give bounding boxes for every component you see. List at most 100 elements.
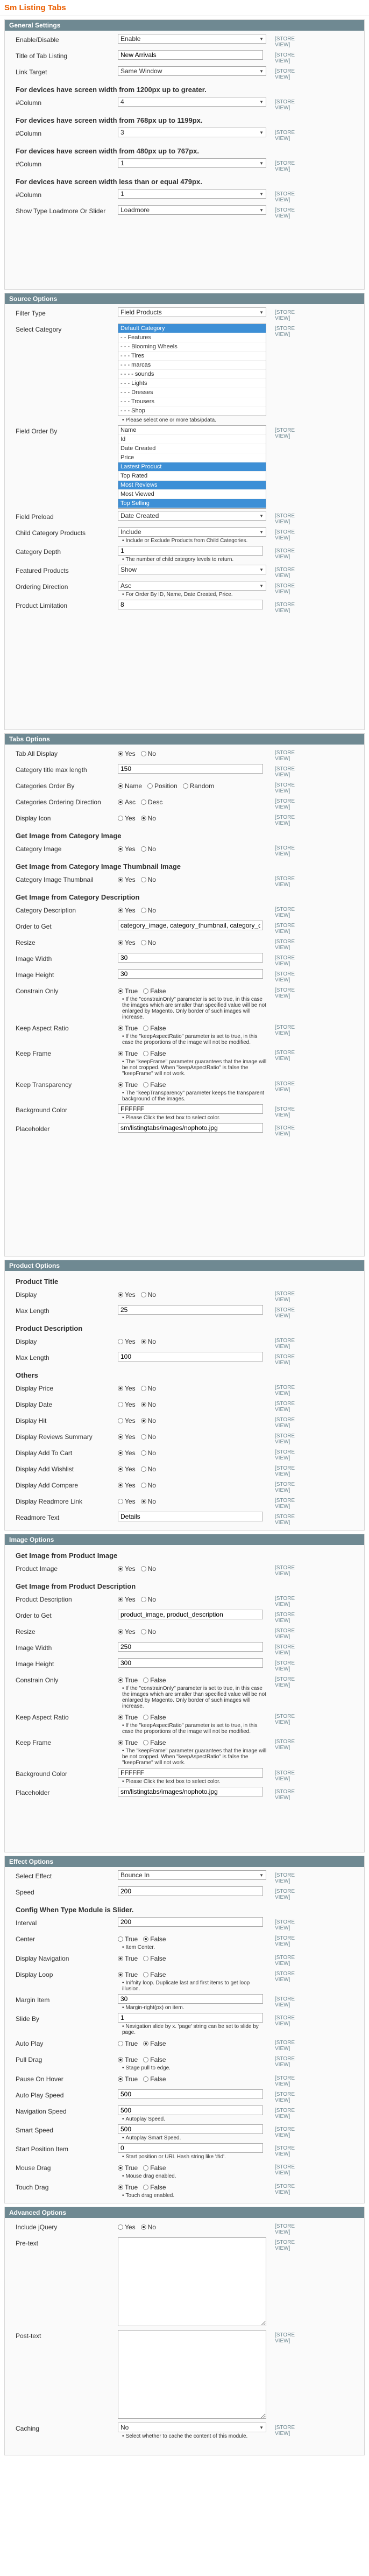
- radio-false[interactable]: False: [143, 2038, 166, 2047]
- radio-yes[interactable]: Yes: [118, 1447, 136, 1457]
- radio-false[interactable]: False: [143, 2162, 166, 2172]
- radio-no[interactable]: No: [140, 1496, 156, 1505]
- input-speed[interactable]: [118, 1886, 263, 1896]
- radio-yes[interactable]: Yes: [118, 1382, 136, 1392]
- multiselect-option[interactable]: - - - - sounds: [118, 370, 266, 379]
- input-start-position-item[interactable]: [118, 2143, 263, 2153]
- multiselect-option[interactable]: - - Features: [118, 333, 266, 342]
- radio-no[interactable]: No: [140, 1479, 156, 1489]
- radio-yes[interactable]: Yes: [118, 843, 136, 853]
- select-column[interactable]: 1 ▼: [118, 189, 266, 199]
- multiselect-select-category[interactable]: Default Category - - Features - - - Bloomi…: [118, 324, 266, 416]
- input-margin-item[interactable]: [118, 1994, 263, 2004]
- radio-yes[interactable]: Yes: [118, 1594, 136, 1603]
- radio-yes[interactable]: Yes: [118, 748, 136, 757]
- select-filter-type[interactable]: Field Products ▼: [118, 307, 266, 317]
- radio-desc[interactable]: Desc: [141, 796, 162, 806]
- input-order-to-get[interactable]: [118, 921, 263, 930]
- multiselect-option[interactable]: - - - marcas: [118, 361, 266, 370]
- radio-yes[interactable]: Yes: [118, 1289, 136, 1298]
- section-header[interactable]: Image Options: [5, 1534, 364, 1545]
- radio-yes[interactable]: Yes: [118, 1496, 136, 1505]
- input-order-to-get[interactable]: [118, 1610, 263, 1619]
- select-enable-disable[interactable]: Enable ▼: [118, 34, 266, 44]
- radio-true[interactable]: True: [118, 985, 138, 995]
- input-image-height[interactable]: [118, 1658, 263, 1668]
- radio-yes[interactable]: Yes: [118, 812, 136, 822]
- multiselect-option[interactable]: - - - Tires: [118, 352, 266, 361]
- radio-no[interactable]: No: [140, 1431, 156, 1441]
- section-header[interactable]: Source Options: [5, 293, 364, 304]
- multiselect-option[interactable]: Date Created: [118, 444, 266, 453]
- multiselect-option[interactable]: Top Selling: [118, 499, 266, 508]
- radio-name[interactable]: Name: [118, 780, 142, 790]
- radio-true[interactable]: True: [118, 2054, 138, 2063]
- select-caching[interactable]: No ▼: [118, 2423, 266, 2432]
- radio-yes[interactable]: Yes: [118, 1463, 136, 1473]
- radio-true[interactable]: True: [118, 2038, 138, 2047]
- section-header[interactable]: Effect Options: [5, 1856, 364, 1867]
- input-background-color[interactable]: [118, 1768, 263, 1778]
- section-header[interactable]: Advanced Options: [5, 2207, 364, 2218]
- radio-yes[interactable]: Yes: [118, 2221, 136, 2231]
- select-child-category-products[interactable]: Include ▼: [118, 527, 266, 537]
- multiselect-option[interactable]: - - - Blooming Wheels: [118, 342, 266, 352]
- radio-true[interactable]: True: [118, 2162, 138, 2172]
- multiselect-option[interactable]: Id: [118, 435, 266, 444]
- input-product-limitation[interactable]: [118, 600, 263, 609]
- radio-yes[interactable]: Yes: [118, 1415, 136, 1424]
- radio-no[interactable]: No: [140, 748, 156, 757]
- radio-no[interactable]: No: [140, 1563, 156, 1573]
- radio-false[interactable]: False: [143, 1969, 166, 1978]
- radio-false[interactable]: False: [143, 1737, 166, 1746]
- radio-true[interactable]: True: [118, 1048, 138, 1057]
- radio-no[interactable]: No: [140, 1463, 156, 1473]
- section-header[interactable]: Tabs Options: [5, 734, 364, 745]
- input-background-color[interactable]: [118, 1104, 263, 1114]
- multiselect-option[interactable]: Most Reviews: [118, 481, 266, 490]
- textarea-pre-text[interactable]: [118, 2237, 266, 2326]
- radio-false[interactable]: False: [143, 1048, 166, 1057]
- select-field-preload[interactable]: Date Created ▼: [118, 511, 266, 521]
- radio-asc[interactable]: Asc: [118, 796, 136, 806]
- input-auto-play-speed[interactable]: [118, 2089, 263, 2099]
- radio-true[interactable]: True: [118, 1969, 138, 1978]
- multiselect-option[interactable]: Top Rated: [118, 472, 266, 481]
- radio-yes[interactable]: Yes: [118, 1399, 136, 1408]
- radio-false[interactable]: False: [143, 1953, 166, 1962]
- section-header[interactable]: General Settings: [5, 20, 364, 31]
- radio-true[interactable]: True: [118, 1022, 138, 1032]
- radio-no[interactable]: No: [140, 937, 156, 946]
- input-image-width[interactable]: [118, 953, 263, 963]
- radio-no[interactable]: No: [140, 1399, 156, 1408]
- radio-yes[interactable]: Yes: [118, 1431, 136, 1441]
- multiselect-option[interactable]: - - - Lights: [118, 379, 266, 388]
- radio-true[interactable]: True: [118, 2181, 138, 2191]
- multiselect-option[interactable]: Price: [118, 453, 266, 462]
- radio-yes[interactable]: Yes: [118, 1336, 136, 1345]
- radio-no[interactable]: No: [140, 1626, 156, 1636]
- radio-false[interactable]: False: [143, 2073, 166, 2083]
- radio-no[interactable]: No: [140, 1382, 156, 1392]
- radio-yes[interactable]: Yes: [118, 904, 136, 914]
- select-featured-products[interactable]: Show ▼: [118, 565, 266, 574]
- radio-true[interactable]: True: [118, 1737, 138, 1746]
- multiselect-option[interactable]: - - - Trousers: [118, 397, 266, 406]
- radio-true[interactable]: True: [118, 1079, 138, 1089]
- radio-yes[interactable]: Yes: [118, 1626, 136, 1636]
- input-category-title-max-length[interactable]: [118, 764, 263, 774]
- input-placeholder[interactable]: [118, 1123, 263, 1133]
- radio-no[interactable]: No: [140, 1594, 156, 1603]
- radio-no[interactable]: No: [140, 1289, 156, 1298]
- radio-no[interactable]: No: [140, 812, 156, 822]
- select-link-target[interactable]: Same Window ▼: [118, 66, 266, 76]
- input-title-of-tab-listing[interactable]: [118, 50, 263, 60]
- input-max-length[interactable]: [118, 1305, 263, 1315]
- input-image-width[interactable]: [118, 1642, 263, 1652]
- radio-true[interactable]: True: [118, 2073, 138, 2083]
- radio-false[interactable]: False: [143, 1674, 166, 1684]
- radio-no[interactable]: No: [140, 874, 156, 883]
- radio-no[interactable]: No: [140, 1336, 156, 1345]
- radio-true[interactable]: True: [118, 1953, 138, 1962]
- radio-false[interactable]: False: [143, 1933, 166, 1943]
